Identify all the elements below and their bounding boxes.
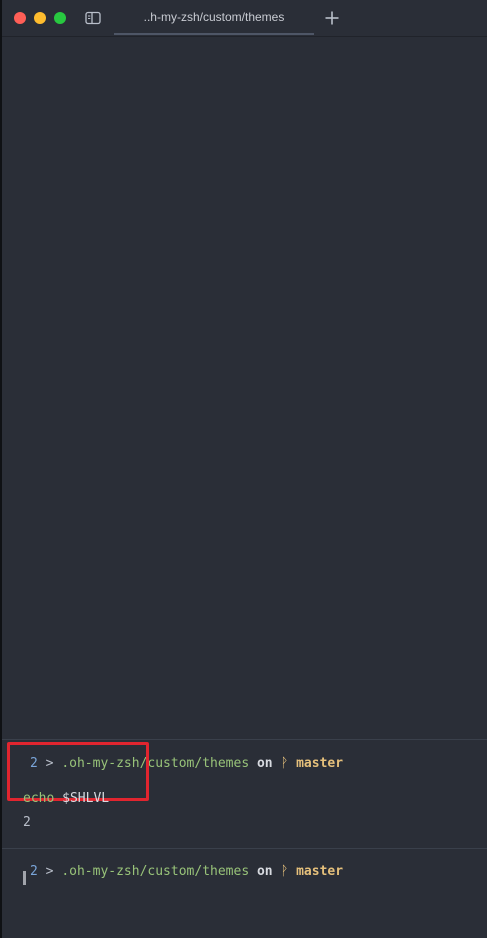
terminal-window: ..h-my-zsh/custom/themes 2 > .oh-my-zsh/…	[2, 0, 487, 938]
sidebar-icon	[85, 11, 101, 25]
input-cursor[interactable]	[23, 871, 26, 885]
new-tab-button[interactable]	[322, 8, 342, 28]
on-label: on	[256, 756, 273, 771]
git-branch-name: master	[296, 756, 344, 771]
git-branch-icon: ᚹ	[280, 864, 289, 879]
command-output: 2	[23, 815, 31, 830]
block-divider	[2, 848, 487, 849]
sidebar-toggle-icon[interactable]	[84, 10, 102, 26]
git-branch-icon: ᚹ	[280, 756, 289, 771]
close-window-button[interactable]	[14, 12, 26, 24]
command-name: echo	[23, 791, 55, 806]
git-branch-name: master	[296, 864, 344, 879]
plus-icon	[325, 11, 339, 25]
title-bar: ..h-my-zsh/custom/themes	[2, 0, 487, 37]
block-divider	[2, 739, 487, 740]
prompt-line: 2 > .oh-my-zsh/custom/themes on ᚹ master	[30, 864, 343, 880]
prompt-separator: >	[45, 864, 54, 879]
shell-level: 2	[30, 864, 38, 879]
current-path: .oh-my-zsh/custom/themes	[61, 864, 250, 879]
tab-current[interactable]: ..h-my-zsh/custom/themes	[114, 0, 314, 35]
command-argument: $SHLVL	[62, 791, 110, 806]
zoom-window-button[interactable]	[54, 12, 66, 24]
tab-title: ..h-my-zsh/custom/themes	[143, 9, 285, 24]
on-label: on	[256, 864, 273, 879]
minimize-window-button[interactable]	[34, 12, 46, 24]
command-line: echo $SHLVL	[23, 791, 109, 806]
